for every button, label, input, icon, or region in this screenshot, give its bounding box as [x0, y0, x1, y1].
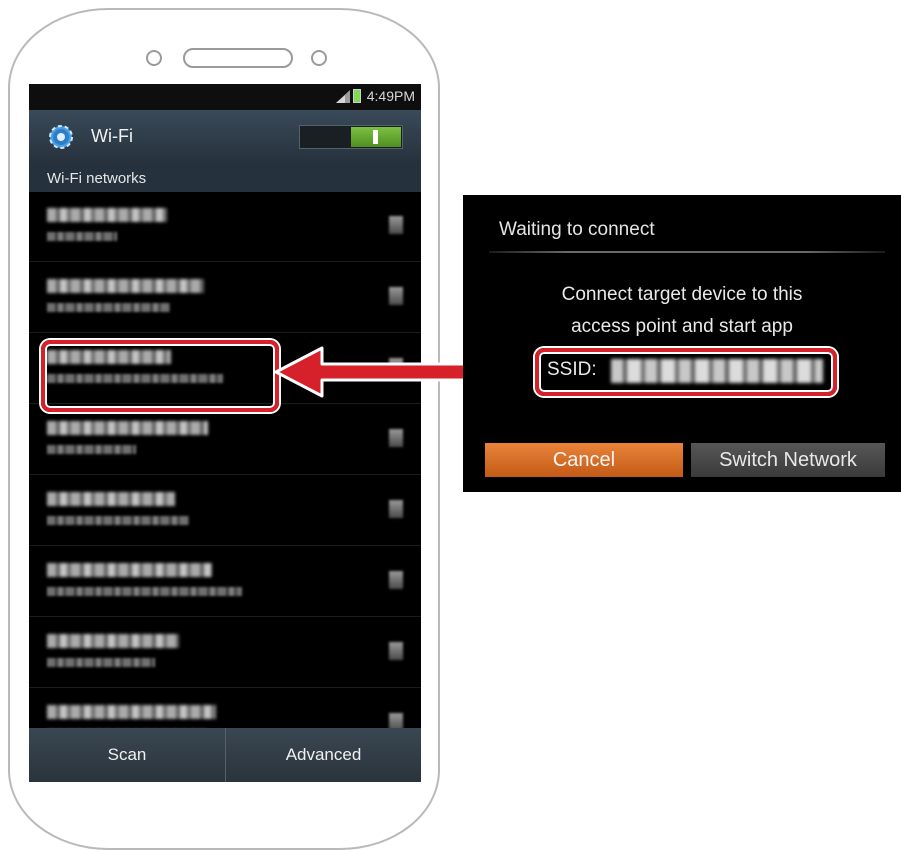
- dialog-message: Connect target device to this access poi…: [463, 279, 901, 343]
- wifi-action-bar: Wi-Fi: [29, 110, 421, 164]
- network-row[interactable]: [29, 476, 421, 546]
- page-title: Wi-Fi: [91, 126, 133, 146]
- status-clock: 4:49PM: [366, 88, 415, 104]
- proximity-sensor: [311, 50, 327, 66]
- network-row[interactable]: [29, 547, 421, 617]
- wifi-signal-icon: [389, 429, 403, 447]
- dialog-title: Waiting to connect: [499, 219, 655, 240]
- network-row[interactable]: [29, 263, 421, 333]
- front-camera: [146, 50, 162, 66]
- network-status-redacted: [47, 303, 170, 312]
- battery-icon: [352, 89, 361, 103]
- phone-screen: 4:49PM Wi-Fi Wi-Fi networks Scan Advance…: [29, 84, 421, 782]
- network-name-redacted: [47, 279, 204, 293]
- network-row[interactable]: [29, 618, 421, 688]
- network-name-redacted: [47, 208, 167, 222]
- dialog-message-line2: access point and start app: [571, 316, 793, 337]
- wifi-toggle[interactable]: [299, 125, 403, 149]
- advanced-button[interactable]: Advanced: [225, 728, 421, 782]
- network-row[interactable]: [29, 192, 421, 262]
- speaker-grille: [183, 48, 293, 68]
- network-status-redacted: [47, 445, 136, 454]
- status-bar: 4:49PM: [29, 84, 421, 110]
- cancel-button[interactable]: Cancel: [485, 443, 683, 477]
- network-name-redacted: [47, 563, 212, 577]
- highlighted-network-marker: [41, 340, 279, 412]
- wifi-signal-icon: [389, 500, 403, 518]
- ssid-label: SSID:: [547, 359, 597, 380]
- dialog-divider: [489, 251, 885, 253]
- gear-icon[interactable]: [47, 123, 75, 151]
- connect-dialog: Waiting to connect Connect target device…: [463, 195, 901, 492]
- network-name-redacted: [47, 492, 175, 506]
- toggle-knob: [351, 127, 401, 147]
- scan-button[interactable]: Scan: [29, 728, 225, 782]
- toggle-on-mark: [373, 130, 378, 144]
- dialog-message-line1: Connect target device to this: [561, 284, 803, 305]
- network-status-redacted: [47, 516, 189, 525]
- bottom-bar: Scan Advanced: [29, 728, 421, 782]
- network-name-redacted: [47, 705, 216, 719]
- network-name-redacted: [47, 421, 208, 435]
- network-row[interactable]: [29, 405, 421, 475]
- network-status-redacted: [47, 587, 242, 596]
- wifi-signal-icon: [389, 216, 403, 234]
- ssid-value-redacted: [611, 359, 823, 383]
- signal-icon: [335, 89, 350, 103]
- network-name-redacted: [47, 634, 179, 648]
- section-header-label: Wi-Fi networks: [47, 170, 147, 187]
- wifi-signal-icon: [389, 642, 403, 660]
- wifi-signal-icon: [389, 571, 403, 589]
- network-status-redacted: [47, 658, 155, 667]
- section-header: Wi-Fi networks: [29, 164, 421, 192]
- wifi-signal-icon: [389, 287, 403, 305]
- switch-network-button[interactable]: Switch Network: [691, 443, 885, 477]
- network-status-redacted: [47, 232, 117, 241]
